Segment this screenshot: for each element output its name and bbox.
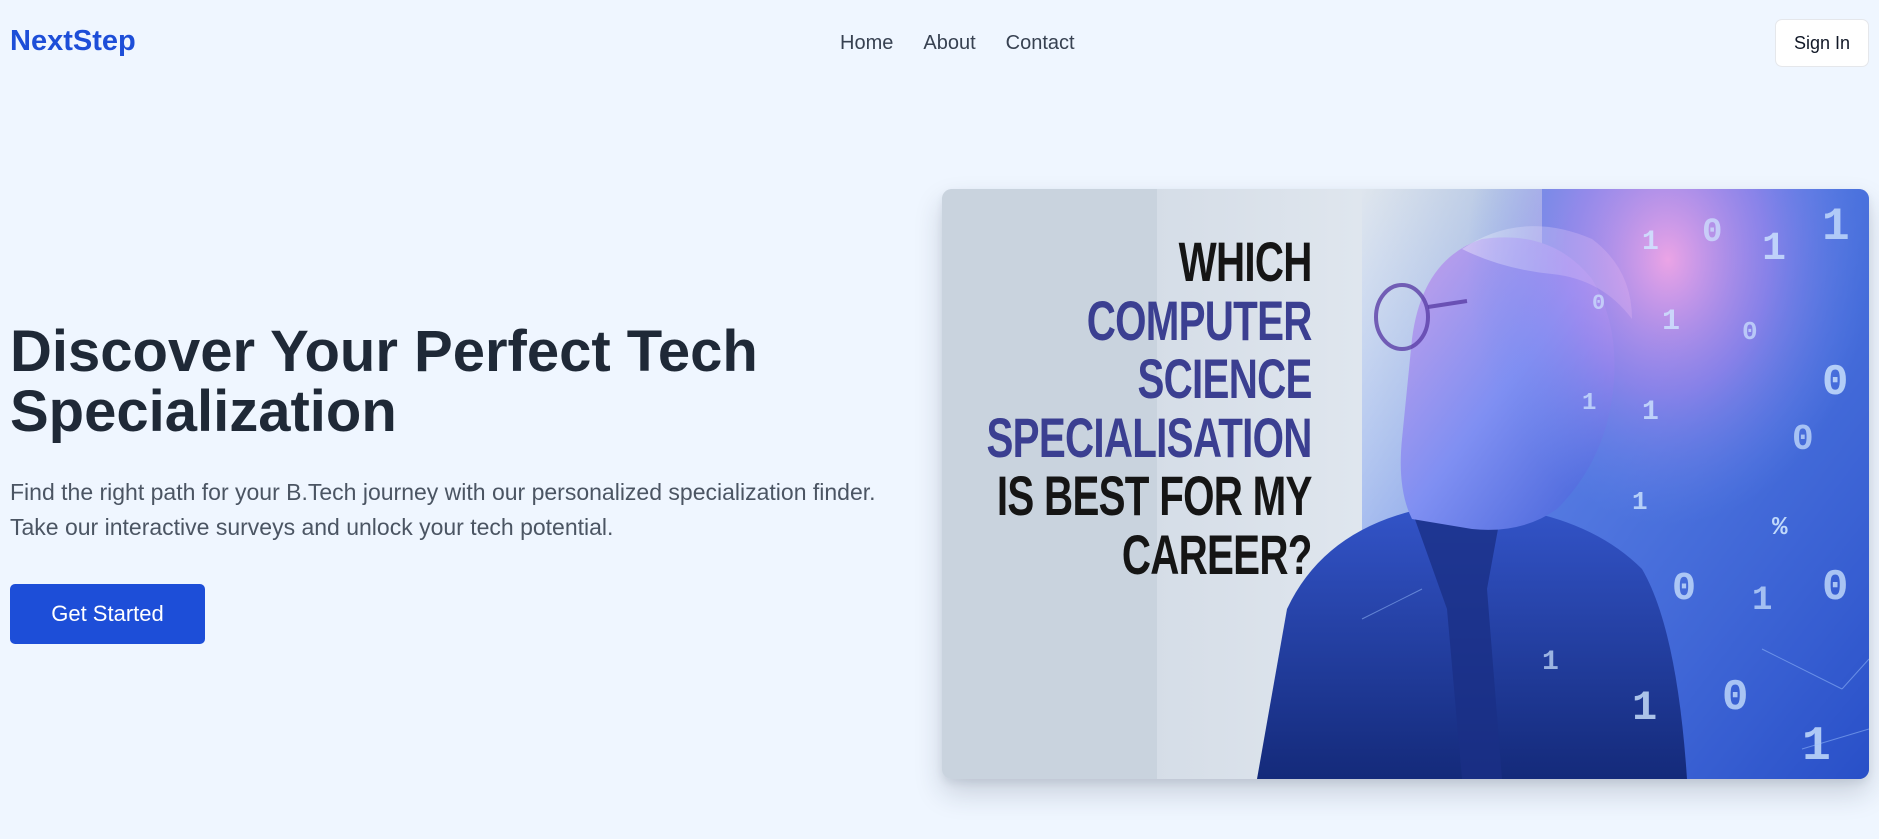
hero-description: Find the right path for your B.Tech jour… (10, 479, 876, 540)
svg-text:1: 1 (1632, 684, 1657, 732)
logo[interactable]: NextStep (10, 25, 136, 58)
svg-text:1: 1 (1662, 305, 1680, 339)
site-header: NextStep Home About Contact Sign In (0, 0, 1879, 86)
headline-line: SCIENCE (1137, 347, 1313, 410)
nav-home-link[interactable]: Home (840, 32, 893, 55)
svg-text:1: 1 (1582, 390, 1596, 417)
svg-text:0: 0 (1722, 673, 1748, 723)
headline-line: CAREER? (1122, 522, 1313, 586)
sign-in-button[interactable]: Sign In (1775, 19, 1869, 67)
svg-text:1: 1 (1642, 397, 1659, 428)
svg-text:0: 0 (1592, 291, 1605, 316)
headline-line: SPECIALISATION (986, 405, 1313, 469)
nav-contact-link[interactable]: Contact (1006, 32, 1075, 55)
svg-text:1: 1 (1632, 487, 1648, 517)
svg-text:1: 1 (1822, 201, 1850, 253)
svg-text:0: 0 (1742, 317, 1758, 347)
hero-title: Discover Your Perfect Tech Specializatio… (10, 319, 758, 444)
svg-text:1: 1 (1542, 647, 1559, 678)
nav-about-link[interactable]: About (923, 32, 975, 55)
svg-text:1: 1 (1642, 227, 1659, 258)
hero-image: 1 0 1 1 0 1 0 0 1 1 0 1 % 0 1 0 1 1 0 1 (942, 189, 1869, 779)
get-started-button[interactable]: Get Started (10, 584, 205, 644)
svg-text:0: 0 (1822, 358, 1848, 408)
headline-line: IS BEST FOR MY (997, 464, 1312, 527)
headline-line: WHICH (1178, 230, 1313, 293)
svg-text:0: 0 (1822, 563, 1848, 613)
svg-text:1: 1 (1762, 227, 1786, 272)
svg-text:0: 0 (1792, 419, 1814, 460)
svg-text:%: % (1772, 512, 1788, 542)
svg-text:0: 0 (1672, 567, 1696, 612)
svg-text:1: 1 (1802, 720, 1831, 774)
main-nav: Home About Contact (840, 32, 1075, 55)
svg-text:1: 1 (1752, 582, 1772, 620)
image-headline: WHICH COMPUTER SCIENCE SPECIALISATION IS… (986, 230, 1313, 586)
headline-line: COMPUTER (1087, 288, 1313, 352)
svg-text:0: 0 (1702, 214, 1722, 252)
